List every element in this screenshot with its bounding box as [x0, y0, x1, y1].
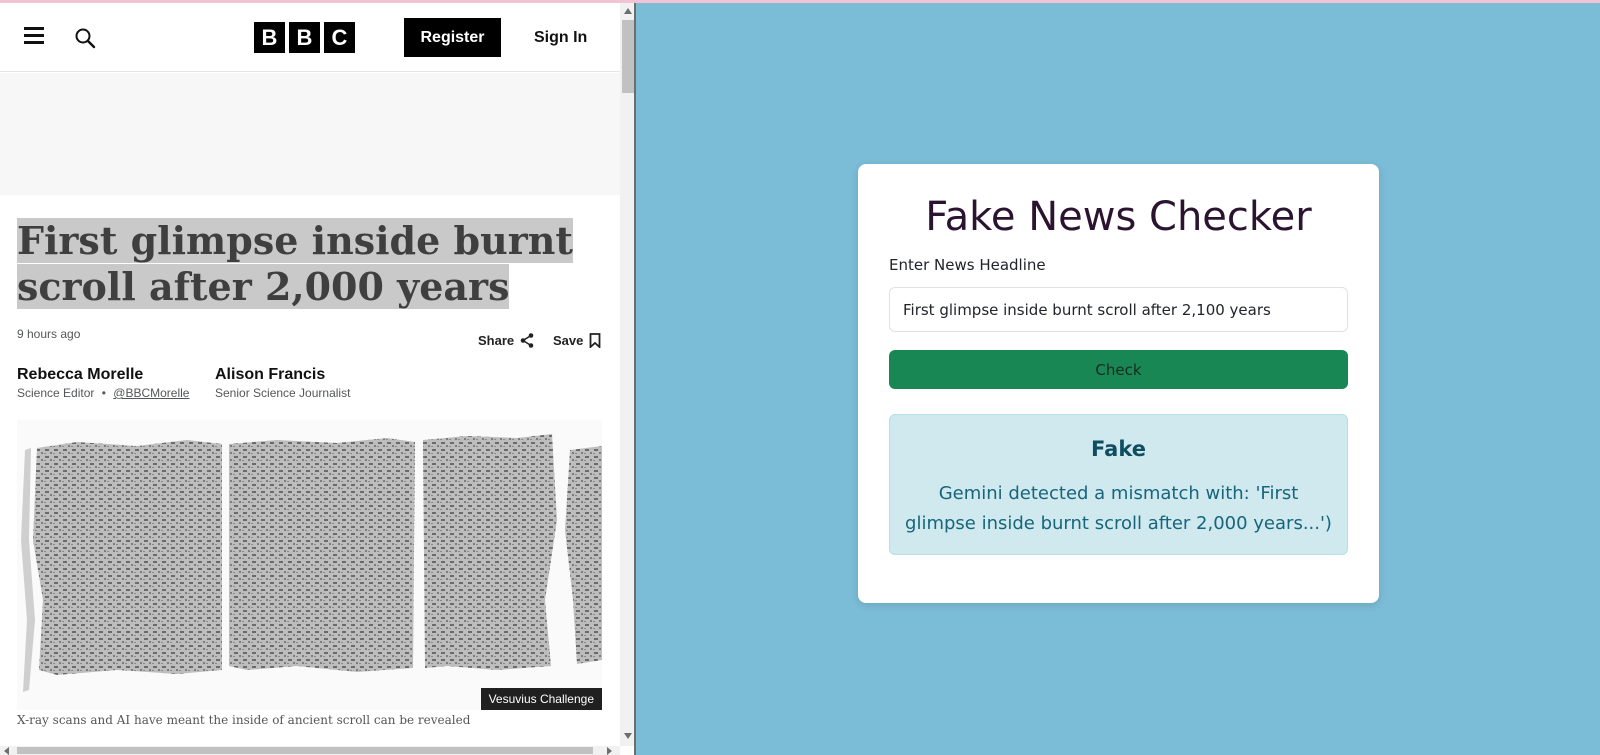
headline-line-1: First glimpse inside burnt	[17, 218, 573, 263]
result-alert: Fake Gemini detected a mismatch with: 'F…	[889, 414, 1348, 555]
bookmark-icon	[589, 333, 601, 348]
window-top-strip	[0, 0, 1600, 3]
scroll-xray-image: Vesuvius Challenge	[17, 420, 602, 710]
share-button[interactable]: Share	[478, 333, 534, 348]
menu-icon[interactable]	[24, 27, 44, 47]
author-name: Alison Francis	[215, 366, 326, 383]
save-label: Save	[553, 333, 584, 348]
author-rebecca-morelle: Rebecca Morelle Science Editor • @BBCMor…	[17, 366, 189, 400]
author-role-text: Science Editor	[17, 386, 95, 400]
save-button[interactable]: Save	[553, 333, 601, 348]
photo-credit: Vesuvius Challenge	[480, 688, 602, 710]
register-button[interactable]: Register	[404, 18, 501, 57]
checker-title: Fake News Checker	[925, 194, 1312, 240]
share-label: Share	[478, 333, 515, 348]
headline-field-label: Enter News Headline	[889, 256, 1046, 274]
headline-input[interactable]	[889, 287, 1348, 332]
scroll-right-icon[interactable]	[607, 747, 612, 755]
article-timestamp: 9 hours ago	[17, 327, 81, 341]
scroll-up-icon[interactable]	[624, 8, 632, 14]
horizontal-scrollbar[interactable]	[0, 746, 620, 755]
scroll-left-icon[interactable]	[4, 747, 9, 755]
scrollbar-thumb[interactable]	[622, 20, 634, 93]
result-explanation: Gemini detected a mismatch with: 'First …	[905, 483, 1332, 534]
author-name: Rebecca Morelle	[17, 366, 144, 383]
check-button[interactable]: Check	[889, 350, 1348, 389]
headline-line-2: scroll after 2,000 years	[17, 264, 510, 309]
author-twitter-link[interactable]: @BBCMorelle	[113, 386, 189, 400]
bbc-logo[interactable]: B B C	[254, 22, 355, 53]
author-role: Science Editor • @BBCMorelle	[17, 386, 189, 400]
advertisement-area	[0, 73, 620, 195]
author-separator: •	[101, 386, 106, 400]
bbc-logo-letter: B	[289, 22, 320, 53]
scroll-image-graphic	[21, 434, 602, 692]
bbc-logo-letter: C	[324, 22, 355, 53]
vertical-scrollbar[interactable]	[620, 0, 634, 746]
sign-in-link[interactable]: Sign In	[534, 18, 587, 57]
author-alison-francis: Alison Francis Senior Science Journalist	[215, 366, 350, 400]
share-icon	[520, 333, 534, 348]
image-caption: X-ray scans and AI have meant the inside…	[17, 713, 471, 727]
fake-news-checker-card: Fake News Checker Enter News Headline Ch…	[858, 164, 1379, 603]
scrollbar-thumb-horizontal[interactable]	[17, 747, 593, 754]
article-headline: First glimpse inside burnt scroll after …	[17, 218, 577, 310]
bbc-header: B B C Register Sign In	[0, 3, 620, 72]
scroll-down-icon[interactable]	[624, 733, 632, 739]
author-role: Senior Science Journalist	[215, 386, 351, 400]
search-icon[interactable]	[74, 27, 96, 49]
result-verdict: Fake	[1091, 437, 1146, 461]
bbc-browser-pane: B B C Register Sign In First glimpse ins…	[0, 0, 636, 755]
bbc-logo-letter: B	[254, 22, 285, 53]
